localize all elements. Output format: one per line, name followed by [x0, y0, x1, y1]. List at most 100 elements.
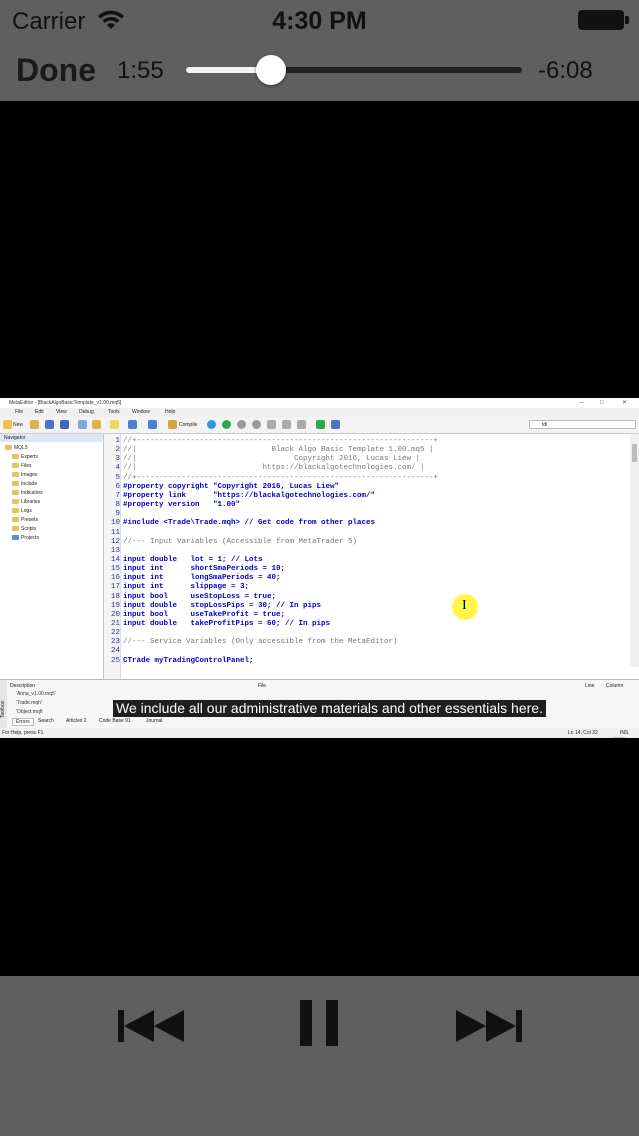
code-line[interactable]: 20 input bool useTakeProfit = true;	[104, 611, 285, 620]
code-line[interactable]: 23//--- Service Variables (Only accessib…	[104, 638, 398, 647]
scrubber-thumb[interactable]	[256, 55, 286, 85]
close-icon[interactable]: ✕	[622, 398, 627, 408]
compile-button-label[interactable]: Compile	[179, 422, 197, 428]
video-frame[interactable]: MetaEditor - [BlackAlgoBasicTemplate_v1.…	[0, 398, 639, 738]
stop-icon[interactable]	[252, 420, 261, 429]
wizard-icon[interactable]	[110, 420, 119, 429]
nav-item-files[interactable]: Files	[12, 462, 32, 471]
menu-tools[interactable]: Tools	[108, 408, 120, 417]
arrow-icon[interactable]	[128, 420, 137, 429]
tab-journal[interactable]: Journal	[146, 718, 162, 724]
col-column[interactable]: Column	[606, 683, 623, 689]
nav-item-experts[interactable]: Experts	[12, 453, 38, 462]
restore-icon[interactable]: □	[600, 398, 604, 408]
navigator-toggle-icon[interactable]	[78, 420, 87, 429]
line-number: 11	[110, 528, 120, 537]
watermark: udemy	[611, 734, 626, 738]
code-line[interactable]: 25 CTrade myTradingControlPanel;	[104, 657, 254, 666]
line-number: 8	[115, 501, 120, 510]
nav-item-mql5[interactable]: MQL5	[5, 444, 28, 453]
open-folder-icon[interactable]	[30, 420, 39, 429]
folder-icon	[12, 517, 19, 523]
code-line[interactable]: 19 input double stopLossPips = 30; // In …	[104, 602, 321, 611]
menu-help[interactable]: Help	[165, 408, 175, 417]
tab-articles[interactable]: Articles 2	[66, 718, 87, 724]
nav-item-logs[interactable]: Logs	[12, 507, 32, 516]
col-description[interactable]: Description	[10, 683, 35, 689]
tab-errors[interactable]: Errors	[12, 718, 34, 726]
nav-item-projects[interactable]: Projects	[12, 534, 39, 543]
code-line[interactable]: 18 input bool useStopLoss = true;	[104, 593, 276, 602]
code-line[interactable]: 5//+------------------------------------…	[104, 474, 438, 483]
editor-toolbar: New Compile tdl	[0, 417, 639, 434]
code-line[interactable]: 3//| Copyright 2016, Lucas Liew |	[104, 455, 420, 464]
window-title: MetaEditor - [BlackAlgoBasicTemplate_v1.…	[9, 400, 122, 406]
code-line[interactable]: 2//| Black Algo Basic Template 1.00.mq5 …	[104, 446, 433, 455]
skip-forward-icon[interactable]	[456, 1008, 522, 1044]
menu-file[interactable]: File	[15, 408, 23, 417]
code-line[interactable]: 15 input int shortSmaPeriods = 10;	[104, 565, 285, 574]
toolbox-toggle-icon[interactable]	[92, 420, 101, 429]
code-line[interactable]: 24	[104, 647, 123, 656]
code-line[interactable]: 9	[104, 510, 123, 519]
scrubber-track[interactable]	[186, 55, 522, 85]
go-icon[interactable]	[316, 420, 325, 429]
menu-edit[interactable]: Edit	[35, 408, 44, 417]
nav-item-include[interactable]: Include	[12, 480, 37, 489]
code-line[interactable]: 14 input double lot = 1; // Lots	[104, 556, 263, 565]
step-into-icon[interactable]	[267, 420, 276, 429]
code-line[interactable]: 16 input int longSmaPeriods = 40;	[104, 574, 281, 583]
save-all-icon[interactable]	[60, 420, 69, 429]
line-number: 13	[110, 546, 120, 555]
minimize-icon[interactable]: –	[580, 398, 583, 408]
clock-time: 4:30 PM	[272, 7, 367, 35]
line-number: 23	[110, 638, 120, 647]
col-file[interactable]: File	[258, 683, 266, 689]
search-input[interactable]: tdl	[529, 420, 636, 429]
nav-item-presets[interactable]: Presets	[12, 516, 38, 525]
skip-back-icon[interactable]	[118, 1008, 184, 1044]
new-button-label[interactable]: New	[13, 422, 23, 428]
new-file-icon[interactable]	[3, 420, 12, 429]
code-line[interactable]: 6 #property copyright "Copyright 2016, Lu…	[104, 483, 339, 492]
code-line[interactable]: 21 input double takeProfitPips = 60; // I…	[104, 620, 330, 629]
pause-icon[interactable]	[300, 1000, 340, 1046]
code-line[interactable]: 8 #property version "1.00"	[104, 501, 240, 510]
step-over-icon[interactable]	[282, 420, 291, 429]
tab-code-base[interactable]: Code Base 91	[99, 718, 131, 724]
arrow-down-icon[interactable]	[148, 420, 157, 429]
list-item[interactable]: 'Object.mqh'	[16, 709, 43, 714]
code-line[interactable]: 4//| https://blackalgotechnologies.com/ …	[104, 464, 424, 473]
menu-window[interactable]: Window	[132, 408, 150, 417]
save-icon[interactable]	[45, 420, 54, 429]
profile-icon[interactable]	[331, 420, 340, 429]
compile-icon[interactable]	[168, 420, 177, 429]
tab-search[interactable]: Search	[38, 718, 54, 724]
cursor-position: Ln 14, Col 32	[568, 730, 598, 736]
step-out-icon[interactable]	[297, 420, 306, 429]
code-line[interactable]: 11	[104, 529, 123, 538]
pause-icon[interactable]	[237, 420, 246, 429]
play-debug-icon[interactable]	[207, 420, 216, 429]
nav-item-indicators[interactable]: Indicators	[12, 489, 43, 498]
menu-view[interactable]: View	[56, 408, 67, 417]
nav-item-libraries[interactable]: Libraries	[12, 498, 40, 507]
code-line[interactable]: 12//--- Input Variables (Accessible from…	[104, 538, 357, 547]
list-item[interactable]: 'Anna_v1.00.mq5'	[16, 691, 56, 697]
nav-item-scripts[interactable]: Scripts	[12, 525, 36, 534]
code-line[interactable]: 22	[104, 629, 123, 638]
code-line[interactable]: 10 #include <Trade\Trade.mqh> // Get code…	[104, 519, 375, 528]
col-line[interactable]: Line	[585, 683, 594, 689]
code-line[interactable]: 1//+------------------------------------…	[104, 437, 438, 446]
menu-debug[interactable]: Debug	[79, 408, 94, 417]
nav-item-images[interactable]: Images	[12, 471, 37, 480]
list-item[interactable]: 'Trade.mqh'	[16, 700, 42, 706]
code-line[interactable]: 7 #property link "https://blackalgotechno…	[104, 492, 375, 501]
scrollbar-grip[interactable]	[632, 444, 637, 462]
code-scrollbar[interactable]	[630, 434, 639, 667]
code-line[interactable]: 17 input int slippage = 3;	[104, 583, 249, 592]
code-line[interactable]: 13	[104, 547, 123, 556]
done-button[interactable]: Done	[16, 52, 96, 89]
code-editor[interactable]: 1//+------------------------------------…	[104, 434, 630, 679]
start-icon[interactable]	[222, 420, 231, 429]
